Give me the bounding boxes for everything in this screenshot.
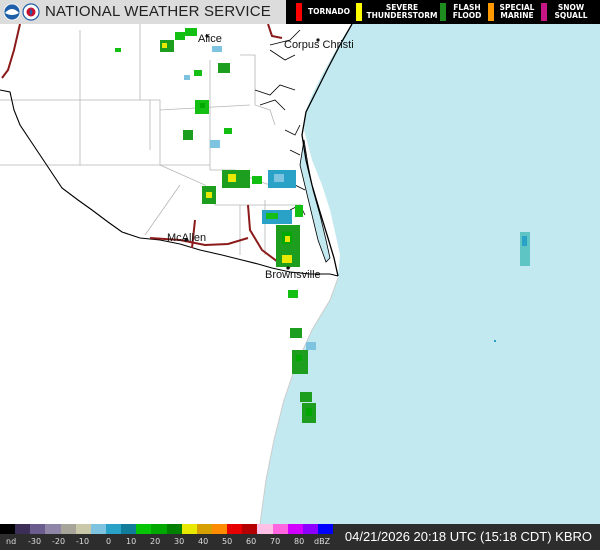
scale-label: 80 [294,537,305,546]
scale-label: 20 [150,537,161,546]
echo-cell [115,48,121,52]
scale-label: 30 [174,537,185,546]
city-mcallen[interactable]: McAllen [167,232,206,244]
scale-swatch [75,524,91,534]
footer-bar: nd -30 -20 -10 0 10 20 30 40 50 60 70 80… [0,524,600,550]
legend-item-tornado: TORNADO [296,0,354,24]
scale-label: -30 [28,537,42,546]
city-label-corpus-christi: Corpus Christi [284,39,354,51]
dbz-color-scale [0,524,334,534]
echo-cell [175,32,185,40]
echo-cell [494,340,496,342]
echo-cell [200,103,205,108]
warning-legend: TORNADO SEVERE THUNDERSTORM FLASH FLOOD … [286,0,600,24]
echo-cell [290,328,302,338]
echo-cell [162,43,167,48]
snow-squall-swatch [541,3,547,21]
scale-swatch [317,524,334,534]
echo-cell [218,63,230,73]
nws-logo-icon [22,3,40,21]
scale-label: -10 [76,537,90,546]
scale-label: 60 [246,537,257,546]
legend-item-special-marine: SPECIAL MARINE [488,0,538,24]
scale-label: 50 [222,537,233,546]
special-marine-swatch [488,3,494,21]
agency-name: NATIONAL WEATHER SERVICE [45,3,271,20]
legend-label-tornado: TORNADO [308,7,350,16]
tornado-swatch [296,3,302,21]
scale-label: 10 [126,537,137,546]
noaa-logo-icon [4,3,21,21]
echo-cell [292,350,308,374]
scale-label: -20 [52,537,66,546]
legend-item-snow-squall: SNOW SQUALL [541,0,593,24]
scale-swatch [181,524,197,534]
scale-label: 40 [198,537,209,546]
scale-swatch [166,524,182,534]
city-alice[interactable]: Alice [198,33,222,45]
scale-swatch [272,524,288,534]
header-bar: NATIONAL WEATHER SERVICE TORNADO SEVERE … [0,0,600,24]
echo-cell [194,70,202,76]
scale-swatch [302,524,318,534]
city-label-brownsville: Brownsville [265,269,321,281]
echo-cell [266,213,278,219]
scale-swatch [90,524,106,534]
scale-swatch [242,524,258,534]
scale-label: 70 [270,537,281,546]
scale-swatch [0,524,16,534]
legend-label-severe-thunderstorm: SEVERE THUNDERSTORM [366,3,438,20]
scale-swatch [15,524,31,534]
scale-swatch [60,524,76,534]
echo-cell [252,176,262,184]
echo-cell [288,290,298,298]
echo-cell [522,236,527,246]
radar-map[interactable]: Alice Corpus Christi McAllen Brownsville [0,24,600,524]
echo-cell [224,128,232,134]
scale-swatch [105,524,122,534]
echo-cell [183,130,193,140]
echo-cell [274,174,284,182]
scale-label: 0 [106,537,112,546]
echo-cell [282,255,292,263]
echo-cell [300,392,312,402]
echo-cell [296,355,302,361]
legend-label-special-marine: SPECIAL MARINE [499,3,535,20]
city-label-mcallen: McAllen [167,232,206,244]
scale-label: dBZ [314,537,331,546]
echo-cell [285,236,290,242]
scale-label: nd [6,537,17,546]
echo-cell [212,46,222,52]
legend-item-severe-thunderstorm: SEVERE THUNDERSTORM [356,0,438,24]
scale-swatch [257,524,273,534]
echo-cell [228,174,236,182]
agency-logos [4,3,40,21]
scale-swatch [151,524,167,534]
scale-swatch [45,524,61,534]
city-corpus-christi[interactable]: Corpus Christi [284,38,354,51]
flash-flood-swatch [440,3,446,21]
echo-cell [210,140,220,148]
scale-swatch [287,524,303,534]
severe-thunderstorm-swatch [356,3,362,21]
echo-cell [306,342,316,350]
echo-cell [185,28,197,36]
scale-swatch [136,524,152,534]
city-label-alice: Alice [198,33,222,45]
echo-cell [306,408,312,416]
radar-timestamp: 04/21/2026 20:18 UTC (15:18 CDT) KBRO [344,529,592,544]
echo-cell [184,75,190,80]
scale-swatch [30,524,46,534]
legend-item-flash-flood: FLASH FLOOD [440,0,484,24]
echo-cell [295,205,303,217]
scale-swatch [196,524,212,534]
legend-label-flash-flood: FLASH FLOOD [452,3,482,20]
scale-swatch [227,524,243,534]
legend-label-snow-squall: SNOW SQUALL [554,3,588,20]
scale-swatch [211,524,228,534]
echo-cell [206,192,212,198]
scale-swatch [121,524,137,534]
city-brownsville[interactable]: Brownsville [265,266,321,281]
